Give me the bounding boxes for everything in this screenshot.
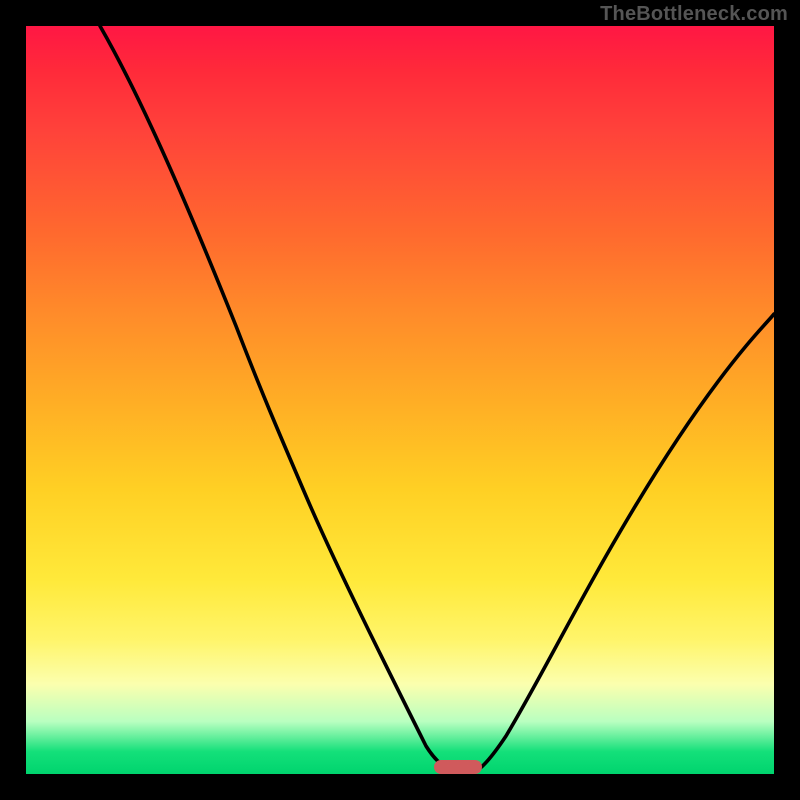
watermark-text: TheBottleneck.com [600,3,788,26]
curve-path [100,26,774,774]
chart-wrap: TheBottleneck.com [0,0,800,800]
plot-area [26,26,774,774]
bottleneck-curve [26,26,774,774]
marker-pill [434,760,482,774]
